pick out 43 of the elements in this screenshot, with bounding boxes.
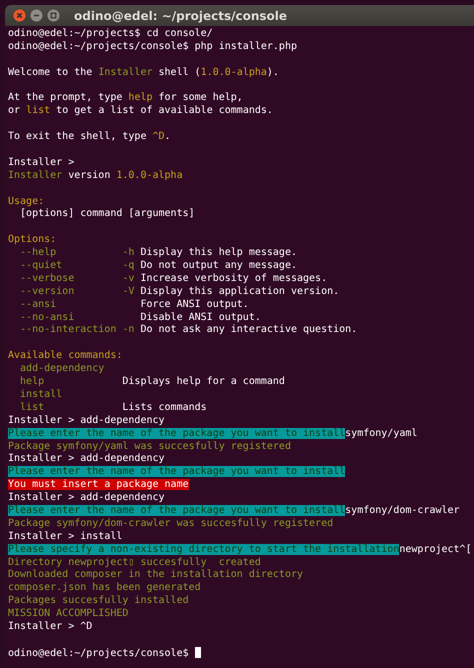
terminal-line: composer.json has been generated <box>8 582 201 594</box>
terminal-line: Welcome to the Installer shell (1.0.0-alpha). <box>8 66 279 78</box>
terminal-line: Package symfony/dom-crawler was succesfully registered <box>8 518 334 529</box>
terminal-line: Installer version 1.0.0-alpha <box>8 170 183 181</box>
terminal-line: list Lists commands <box>19 402 207 413</box>
terminal-line: Installer > add-dependency <box>8 492 165 504</box>
terminal-line: Installer > add-dependency <box>8 453 165 464</box>
terminal-line: Please enter the name of the package you want to installsymfony/dom-crawler <box>8 504 460 516</box>
terminal-line: Installer > ^D <box>8 620 92 632</box>
terminal-line: Directory newproject▯ succesfully created <box>8 556 261 568</box>
terminal-line: --no-ansi Disable ANSI output. <box>19 312 261 323</box>
terminal-line: --verbose -v Increase verbosity of messages. <box>19 272 328 284</box>
terminal-line: MISSION ACCOMPLISHED <box>8 608 128 620</box>
terminal-line: Downloaded composer in the installation directory <box>8 569 304 580</box>
terminal-line: Please specify a non-existing directory to start the installationnewproject^[ <box>8 544 472 555</box>
terminal-line: odino@edel:~/projects/console$ <box>8 648 190 659</box>
terminal-line: Available commands: <box>8 350 122 362</box>
maximize-icon[interactable] <box>47 9 60 22</box>
terminal-line: odino@edel:~/projects/console$ php installer.php <box>8 40 297 52</box>
terminal-line: Installer > add-dependency <box>8 414 165 426</box>
minimize-icon[interactable] <box>30 9 43 22</box>
terminal-line: install <box>19 388 62 400</box>
close-icon[interactable] <box>13 9 26 22</box>
terminal-line: or list to get a list of available commands. <box>8 105 273 116</box>
terminal-line: --quiet -q Do not output any message. <box>19 260 297 272</box>
terminal-line: Installer > <box>8 156 74 168</box>
terminal-line: --no-interaction -n Do not ask any interactive question. <box>19 324 358 336</box>
terminal-line: Installer > install <box>8 530 122 542</box>
terminal-line: add-dependency <box>19 363 104 374</box>
terminal-line: odino@edel:~/projects$ cd console/ <box>8 28 213 39</box>
terminal-line: Options: <box>8 234 56 246</box>
terminal-line: At the prompt, type help for some help, <box>8 92 243 104</box>
window-title: odino@edel: ~/projects/console <box>74 8 288 22</box>
terminal-line: help Displays help for a command <box>19 376 285 388</box>
terminal-line: To exit the shell, type ^D. <box>8 131 171 142</box>
terminal-line: Package symfony/yaml was succesfully registered <box>8 440 291 452</box>
terminal-line: Packages succesfully installed <box>8 595 189 606</box>
terminal-line: [options] command [arguments] <box>19 208 195 220</box>
terminal-line: Usage: <box>8 196 44 207</box>
terminal-line: --version -V Display this application version. <box>19 286 340 297</box>
terminal-line: --help -h Display this help message. <box>19 247 297 258</box>
terminal-line: Please enter the name of the package you want to installsymfony/yaml <box>8 428 418 439</box>
terminal-line: --ansi Force ANSI output. <box>19 298 249 310</box>
